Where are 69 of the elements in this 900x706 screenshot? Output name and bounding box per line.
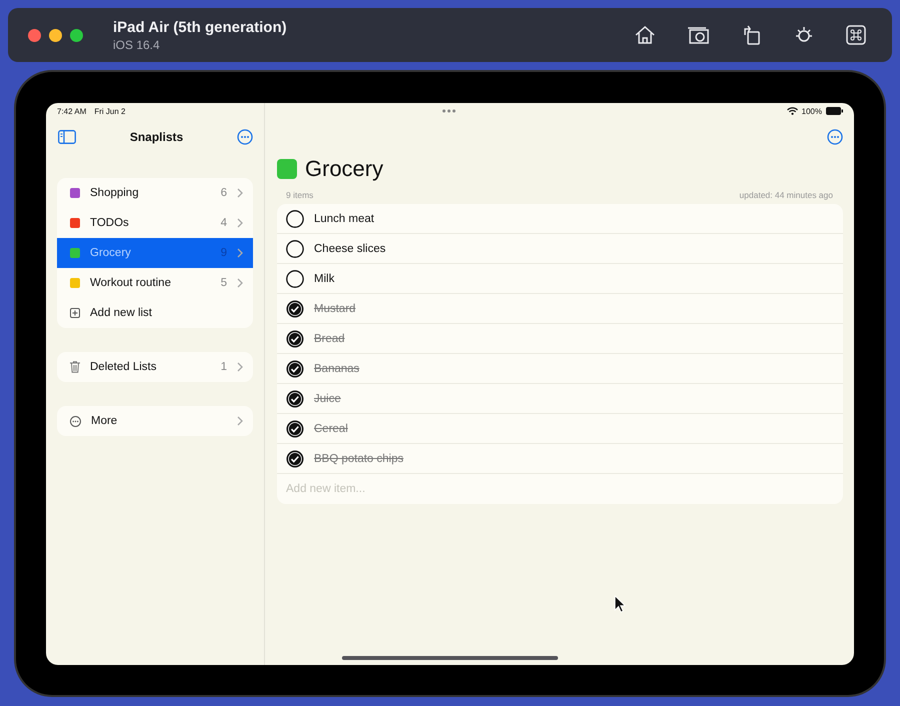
item-text: Cereal [314,422,348,434]
camera-icon[interactable] [687,25,711,45]
list-count: 4 [220,217,227,229]
chevron-icon [237,188,243,198]
list-row[interactable]: TODOs 4 [57,208,253,238]
list-row[interactable]: Shopping 6 [57,178,253,208]
command-key-icon[interactable] [846,25,866,45]
list-name: Workout routine [90,277,172,289]
item-text: Milk [314,272,334,284]
item-text: Bread [314,332,345,344]
item-text: Cheese slices [314,242,386,254]
checked-circle-icon[interactable] [286,390,304,408]
checked-circle-icon[interactable] [286,330,304,348]
status-time: 7:42 AM [57,106,86,116]
mouse-pointer-icon [614,595,626,613]
add-list-row[interactable]: Add new list [57,298,253,328]
zoom-button[interactable] [70,28,83,42]
rotate-icon[interactable] [742,25,762,45]
add-item-field[interactable]: Add new item... [277,474,843,504]
trash-icon [70,361,80,373]
empty-circle-icon[interactable] [286,210,304,228]
window-subtitle: iOS 16.4 [113,38,161,52]
deleted-count: 1 [220,361,227,373]
add-list-label: Add new list [90,307,154,319]
deleted-lists-row[interactable]: Deleted Lists 1 [57,352,253,382]
list-name: TODOs [90,217,130,229]
ellipsis-circle-icon [70,416,81,426]
chevron-icon [237,278,243,288]
list-name: Shopping [90,187,140,199]
item-text: Juice [314,392,341,404]
checked-circle-icon[interactable] [286,450,304,468]
list-row[interactable]: Workout routine 5 [57,268,253,298]
list-count: 9 [220,247,227,259]
updated-time: updated: 44 minutes ago [739,190,833,200]
list-title: Grocery [305,156,384,182]
status-date: Fri Jun 2 [94,106,126,116]
item-count: 9 items [286,190,314,200]
item-text: BBQ potato chips [314,452,404,464]
chevron-icon [237,218,243,228]
list-count: 6 [220,187,227,199]
plus-square-icon [70,308,80,318]
more-row[interactable]: More [57,406,253,436]
sidebar-title: Snaplists [130,130,184,144]
item-text: Bananas [314,362,360,374]
sidebar-toggle-icon[interactable] [58,130,76,144]
multitasking-dots-icon[interactable] [442,109,456,113]
empty-circle-icon[interactable] [286,240,304,258]
battery-icon [826,107,843,115]
item-text: Mustard [314,302,356,314]
home-icon[interactable] [634,25,656,45]
list-options-icon[interactable] [827,128,843,144]
item-text: Lunch meat [314,212,374,224]
chevron-icon [237,416,243,426]
checked-circle-icon[interactable] [286,420,304,438]
empty-circle-icon[interactable] [286,270,304,288]
list-name: Grocery [90,247,132,259]
window-title: iPad Air (5th generation) [113,18,288,36]
checked-circle-icon[interactable] [286,360,304,378]
wifi-icon [786,107,798,115]
chevron-icon [237,362,243,372]
more-options-icon[interactable] [236,128,253,144]
battery-percentage: 100% [802,106,822,116]
close-button[interactable] [28,28,41,42]
deleted-lists-label: Deleted Lists [90,361,158,373]
minimize-button[interactable] [49,28,62,42]
checked-circle-icon[interactable] [286,300,304,318]
chevron-icon [237,248,243,258]
list-count: 5 [220,277,227,289]
more-label: More [91,415,118,427]
